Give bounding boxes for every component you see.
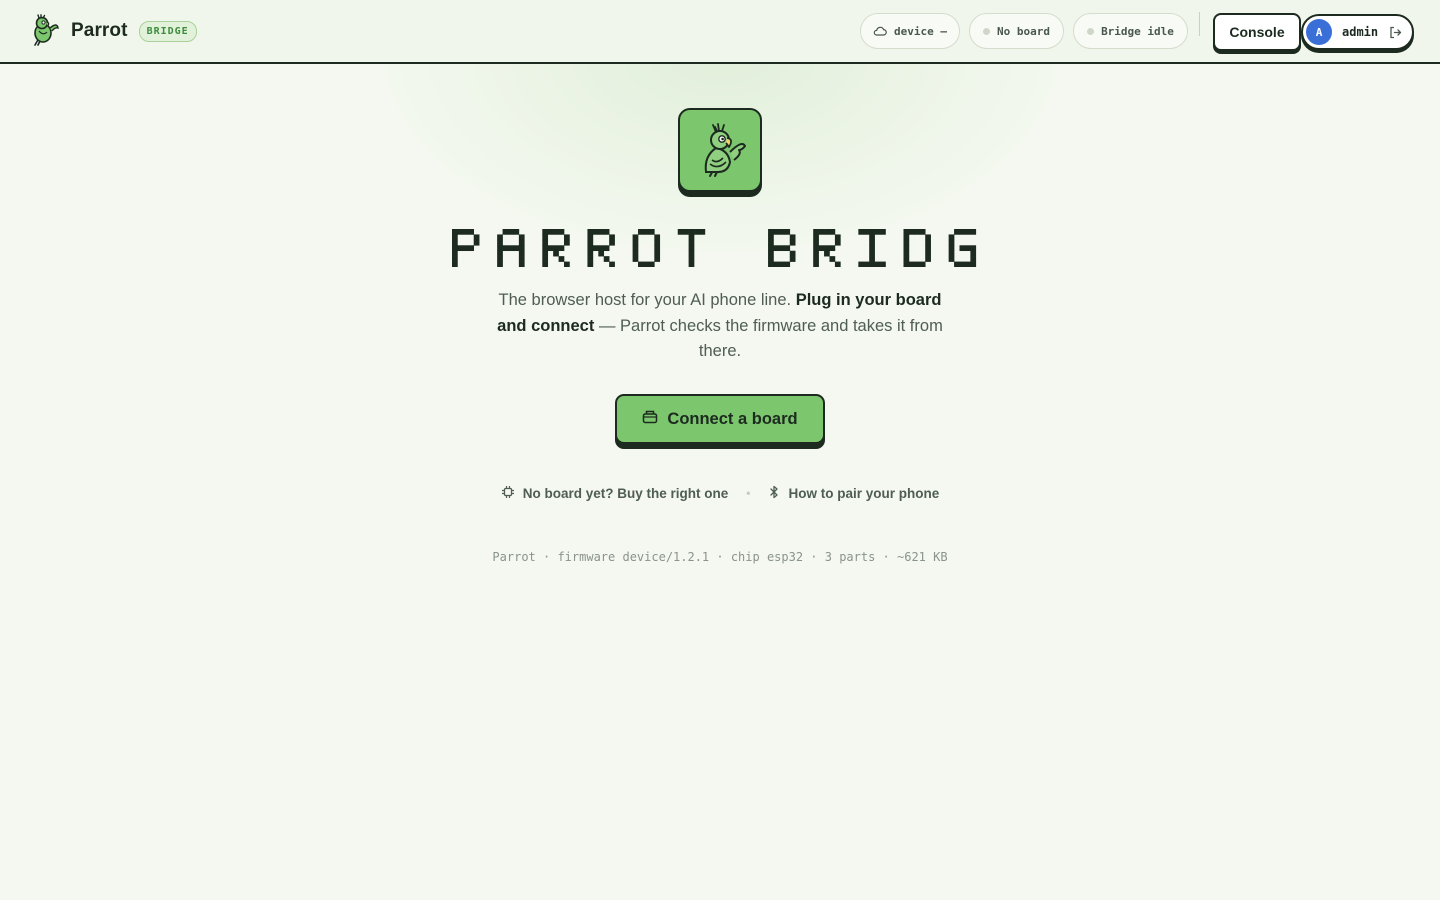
title-letter: [948, 229, 977, 268]
tagline: The browser host for your AI phone line.…: [490, 288, 950, 365]
title-letter: [452, 229, 480, 268]
bluetooth-icon: [768, 485, 780, 502]
title-letter: [903, 229, 931, 268]
user-menu[interactable]: A admin: [1301, 14, 1414, 50]
bridge-status-label: Bridge idle: [1101, 24, 1174, 38]
help-links: No board yet? Buy the right one • How to…: [0, 483, 1440, 503]
board-status-label: No board: [997, 24, 1050, 38]
firmware-info: Parrot · firmware device/1.2.1 · chip es…: [492, 550, 948, 564]
title-letter: [858, 229, 886, 268]
connect-board-label: Connect a board: [667, 409, 798, 428]
brand[interactable]: Parrot BRIDGE: [26, 14, 197, 48]
buy-board-label: No board yet? Buy the right one: [522, 485, 729, 501]
bridge-status-pill[interactable]: Bridge idle: [1073, 13, 1188, 49]
top-bar: Parrot BRIDGE device — No board Bridge i…: [0, 0, 1440, 64]
cloud-icon: [873, 26, 887, 36]
parrot-icon: [704, 123, 746, 177]
device-status-pill[interactable]: device —: [860, 13, 960, 49]
status-dot-icon: [1087, 27, 1095, 35]
tagline-text-end: — Parrot checks the firmware and takes i…: [594, 316, 943, 361]
user-name: admin: [1342, 25, 1379, 39]
title-letter: [587, 229, 615, 268]
brand-badge: BRIDGE: [138, 20, 197, 42]
console-button[interactable]: Console: [1213, 13, 1301, 51]
hero-logo: [678, 108, 762, 192]
link-separator: •: [746, 486, 751, 500]
header-divider: [1199, 12, 1200, 36]
buy-board-link[interactable]: No board yet? Buy the right one: [501, 485, 729, 502]
title-letter: [813, 229, 841, 268]
tagline-text: The browser host for your AI phone line.: [498, 291, 796, 309]
chip-icon: [501, 485, 515, 502]
title-letter: [497, 229, 525, 268]
title-letter: [632, 229, 661, 268]
pair-phone-link[interactable]: How to pair your phone: [768, 485, 939, 502]
avatar: A: [1306, 19, 1332, 45]
title-letter: [677, 229, 706, 268]
brand-name: Parrot: [71, 20, 128, 41]
board-status-pill[interactable]: No board: [969, 13, 1064, 49]
title-letter: [768, 229, 796, 268]
device-status-label: device —: [894, 24, 947, 38]
connect-board-button[interactable]: Connect a board: [615, 394, 825, 444]
pair-phone-label: How to pair your phone: [788, 485, 940, 501]
usb-board-icon: [642, 410, 658, 429]
status-dot-icon: [983, 27, 990, 35]
logout-icon[interactable]: [1385, 22, 1405, 42]
parrot-icon: [26, 14, 60, 48]
page-title: [452, 229, 1022, 268]
title-letter: [542, 229, 570, 268]
